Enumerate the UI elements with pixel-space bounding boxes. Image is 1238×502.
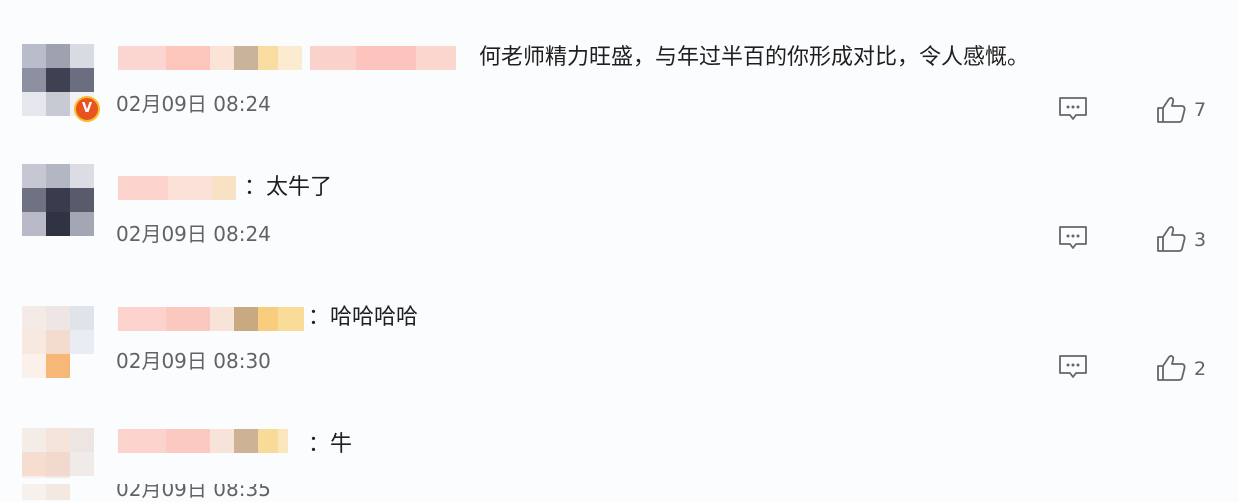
comment-text: ：哈哈哈哈 xyxy=(308,305,419,330)
comment-text: ：牛 xyxy=(308,432,353,457)
avatar[interactable] xyxy=(22,428,94,500)
like-count: 2 xyxy=(1194,358,1207,380)
avatar[interactable] xyxy=(22,164,94,236)
comment-item: ：牛 02月09日 08:35 xyxy=(0,0,1238,501)
username-blurred[interactable] xyxy=(118,176,236,200)
thumbs-up-icon[interactable] xyxy=(1156,225,1186,253)
bottom-edge xyxy=(0,478,1238,484)
thumbs-up-icon[interactable] xyxy=(1156,354,1186,382)
avatar[interactable] xyxy=(22,306,94,378)
username-blurred[interactable] xyxy=(118,307,304,331)
comment-icon[interactable] xyxy=(1058,225,1088,251)
username-blurred[interactable] xyxy=(118,429,288,453)
comment-time: 02月09日 08:30 xyxy=(116,349,271,373)
like-count: 3 xyxy=(1194,229,1207,251)
comment-text: ：太牛了 xyxy=(244,175,333,200)
comment-time: 02月09日 08:24 xyxy=(116,222,271,246)
comment-icon[interactable] xyxy=(1058,354,1088,380)
